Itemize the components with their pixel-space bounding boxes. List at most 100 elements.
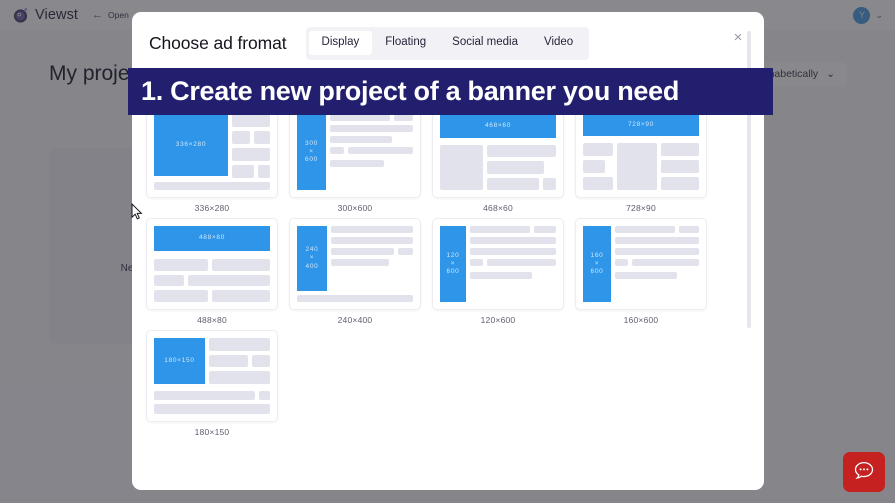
format-option-120x600[interactable]: 120 × 600 120×600 (432, 218, 564, 325)
skeleton-block (615, 259, 628, 266)
skeleton-block (583, 160, 605, 173)
skeleton-column (615, 226, 699, 302)
format-label: 728×90 (626, 203, 656, 213)
skeleton-block (330, 160, 384, 167)
skeleton-block (212, 259, 270, 271)
skeleton-row (154, 259, 270, 271)
format-option-336x280[interactable]: 336×280 336×280 (146, 106, 278, 213)
preview-top-row: 300 × 600 (297, 114, 413, 190)
format-label: 160×600 (623, 315, 659, 325)
skeleton-column (331, 226, 413, 291)
format-option-468x60[interactable]: 468×60 468×60 (432, 106, 564, 213)
skeleton-block (487, 161, 544, 174)
tab-floating[interactable]: Floating (372, 31, 439, 55)
skeleton-column (583, 143, 613, 190)
skeleton-row (470, 259, 556, 266)
skeleton-block (331, 237, 413, 244)
skeleton-block (534, 226, 556, 233)
skeleton-block (297, 295, 413, 302)
instruction-banner: 1. Create new project of a banner you ne… (128, 68, 773, 115)
skeleton-block (470, 259, 483, 266)
format-preview-card: 728×90 (575, 106, 707, 198)
skeleton-block (398, 248, 413, 255)
skeleton-block (661, 143, 699, 156)
skeleton-block (232, 114, 270, 127)
skeleton-block (209, 338, 270, 351)
skeleton-block (252, 354, 270, 368)
chat-support-button[interactable] (843, 452, 885, 492)
skeleton-block (348, 147, 413, 154)
tab-video[interactable]: Video (531, 31, 586, 55)
format-label: 240×400 (337, 315, 373, 325)
skeleton-block (661, 160, 699, 173)
close-icon[interactable]: × (730, 30, 746, 46)
modal-title: Choose ad fromat (149, 32, 287, 53)
mouse-cursor (131, 202, 143, 226)
skeleton-block (583, 143, 613, 156)
ad-slot: 728×90 (583, 114, 699, 136)
format-preview-card: 160 × 600 (575, 218, 707, 310)
preview-bottom-row (583, 143, 699, 190)
skeleton-block (209, 354, 248, 368)
skeleton-block (470, 237, 556, 244)
skeleton-block (331, 259, 389, 266)
format-preview-card: 120 × 600 (432, 218, 564, 310)
skeleton-block (470, 272, 532, 279)
format-preview-card: 240 × 400 (289, 218, 421, 310)
skeleton-row (615, 226, 699, 233)
skeleton-row (487, 177, 556, 190)
skeleton-column (209, 338, 270, 385)
skeleton-column (470, 226, 556, 302)
modal-header: Choose ad fromat Display Floating Social… (132, 12, 764, 74)
format-option-160x600[interactable]: 160 × 600 160×600 (575, 218, 707, 325)
skeleton-row (330, 114, 413, 121)
ad-slot: 336×280 (154, 114, 228, 176)
skeleton-row (470, 226, 556, 233)
tab-social-media[interactable]: Social media (439, 31, 531, 55)
preview-top-row: 160 × 600 (583, 226, 699, 302)
format-option-488x80[interactable]: 488×80 488×80 (146, 218, 278, 325)
skeleton-block (440, 145, 483, 190)
format-label: 336×280 (194, 203, 230, 213)
format-option-180x150[interactable]: 180×150 180×150 (146, 330, 278, 437)
format-preview-card: 336×280 (146, 106, 278, 198)
skeleton-row (615, 259, 699, 266)
skeleton-block (615, 272, 677, 279)
skeleton-block (394, 114, 413, 121)
format-option-240x400[interactable]: 240 × 400 240×400 (289, 218, 421, 325)
chat-bubble-icon (853, 460, 875, 485)
skeleton-block (254, 131, 270, 144)
screen-root: Viewst ← Open Y ⌄ My projects Alphabetic… (0, 0, 895, 503)
format-preview-card: 300 × 600 (289, 106, 421, 198)
skeleton-block (487, 177, 539, 190)
skeleton-column (154, 259, 270, 303)
skeleton-block (330, 147, 344, 154)
preview-top-row: 336×280 (154, 114, 270, 178)
format-option-728x90[interactable]: 728×90 728×90 (575, 106, 707, 213)
skeleton-block (212, 290, 270, 303)
skeleton-block (154, 404, 270, 414)
format-label: 488×80 (197, 315, 227, 325)
format-preview-card: 180×150 (146, 330, 278, 422)
skeleton-block (632, 259, 699, 266)
format-label: 468×60 (483, 203, 513, 213)
skeleton-block (470, 248, 556, 255)
skeleton-block (330, 136, 392, 143)
skeleton-block (154, 182, 270, 190)
skeleton-block (615, 226, 675, 233)
ad-slot: 300 × 600 (297, 114, 326, 190)
skeleton-block (470, 226, 530, 233)
format-option-300x600[interactable]: 300 × 600 300×600 (289, 106, 421, 213)
skeleton-row (154, 290, 270, 303)
skeleton-block (617, 143, 657, 190)
skeleton-row (232, 131, 270, 144)
skeleton-block (258, 165, 270, 178)
instruction-text: 1. Create new project of a banner you ne… (141, 76, 680, 106)
skeleton-block (330, 114, 390, 121)
skeleton-block (154, 274, 184, 287)
skeleton-block (331, 248, 394, 255)
skeleton-block (661, 177, 699, 190)
format-category-tabs: Display Floating Social media Video (305, 26, 590, 60)
skeleton-block (232, 131, 250, 144)
tab-display[interactable]: Display (308, 31, 373, 55)
